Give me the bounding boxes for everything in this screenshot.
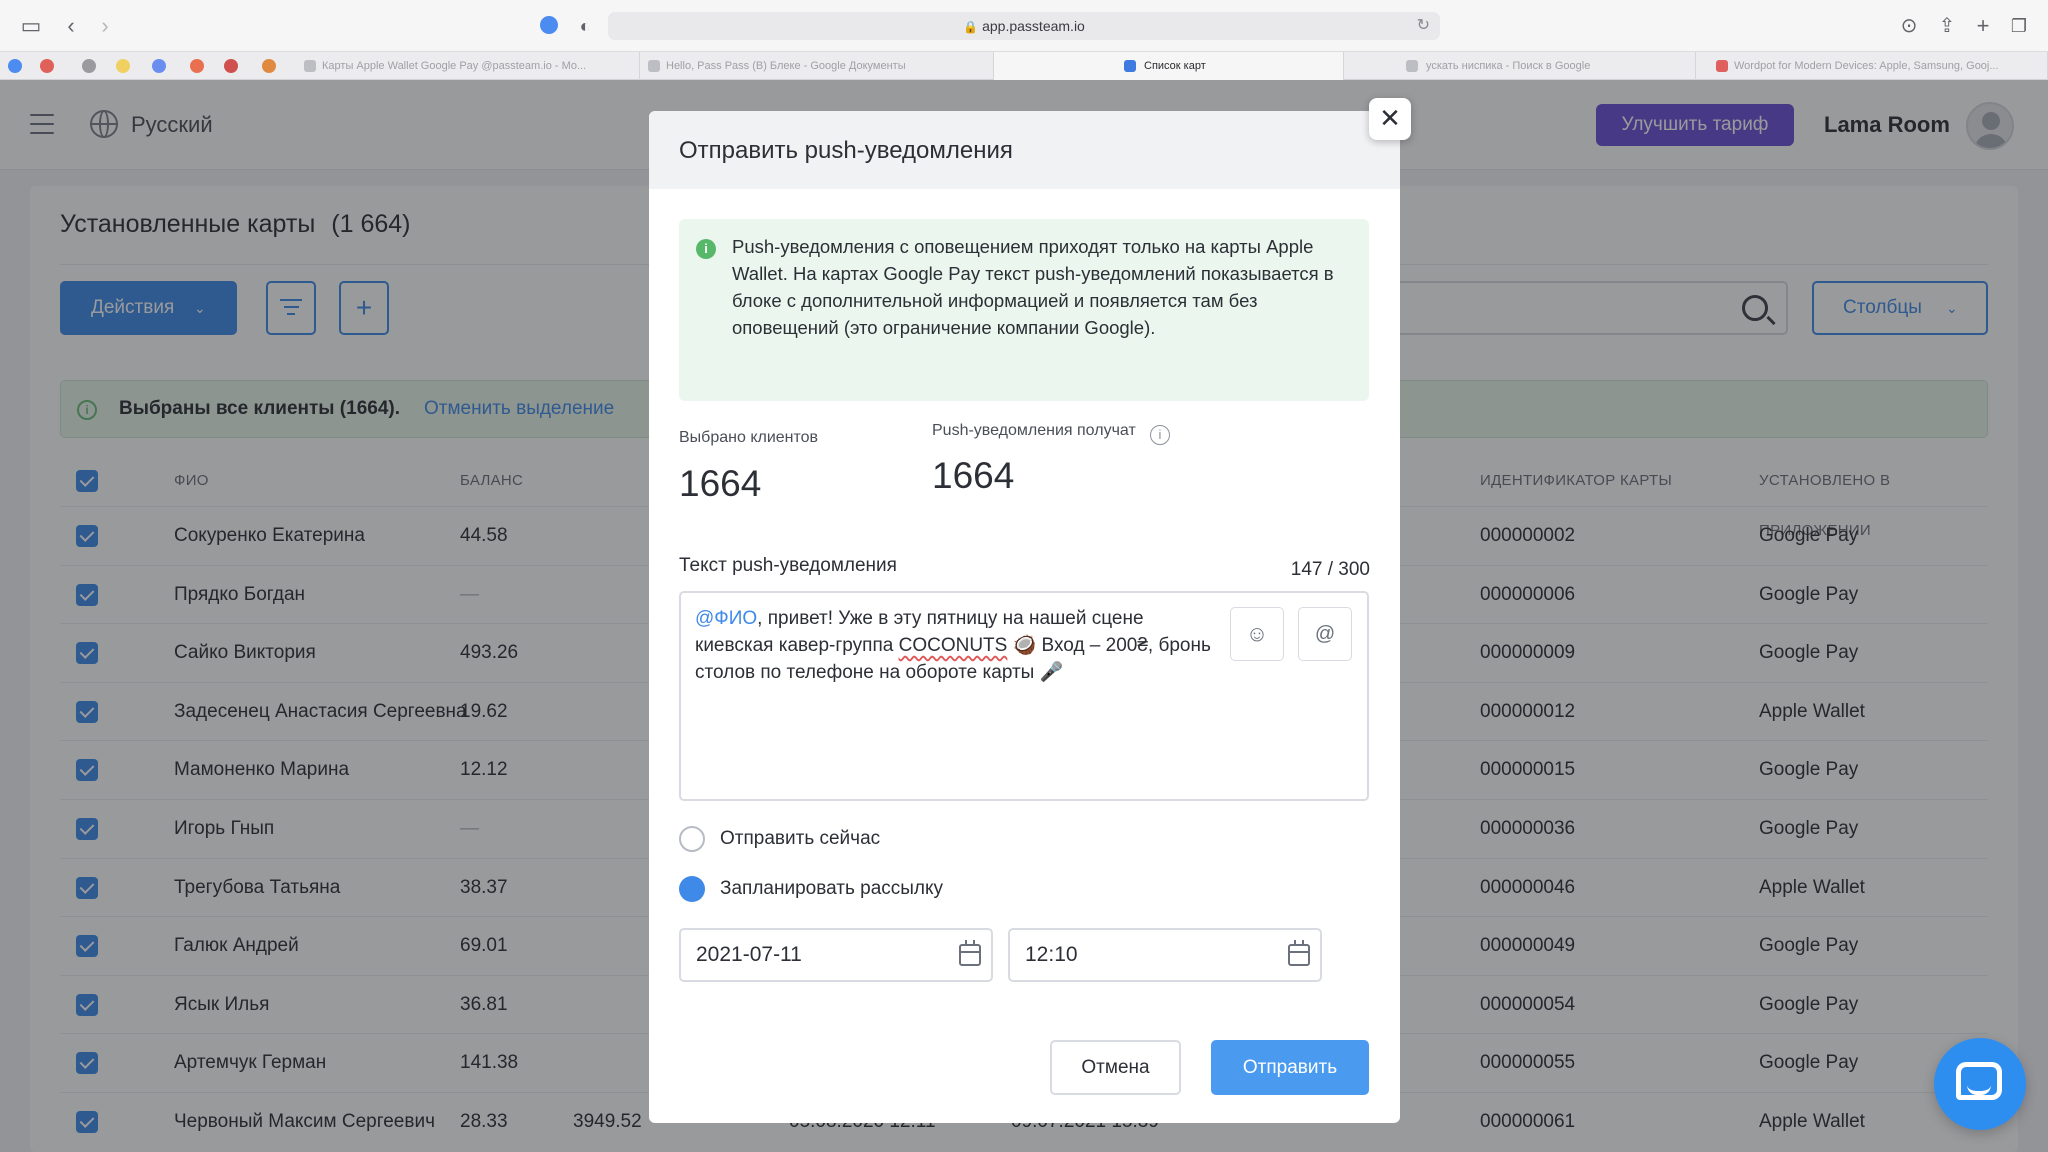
at-icon: @ xyxy=(1314,623,1336,645)
message-brand-word: COCONUTS xyxy=(898,635,1008,656)
mention-token[interactable]: @ФИО xyxy=(695,608,757,629)
favicon-icon xyxy=(1406,60,1418,72)
message-text[interactable]: @ФИО, привет! Уже в эту пятницу на нашей… xyxy=(695,605,1225,686)
pinned-tab-icon[interactable] xyxy=(224,59,238,73)
tab-strip: Карты Apple Wallet Google Pay @passteam.… xyxy=(0,52,2048,80)
favicon-icon xyxy=(1716,60,1728,72)
extension-icon[interactable] xyxy=(540,16,558,34)
lock-icon: 🔒 xyxy=(963,20,979,34)
chat-support-button[interactable] xyxy=(1934,1038,2026,1130)
date-field[interactable]: 2021-07-11 xyxy=(679,928,993,982)
reload-icon[interactable]: ↻ xyxy=(1417,12,1430,40)
shield-icon[interactable]: ◐ xyxy=(572,13,598,39)
tab-label: Карты Apple Wallet Google Pay @passteam.… xyxy=(322,60,587,72)
forward-icon[interactable]: › xyxy=(92,13,118,39)
new-tab-icon[interactable]: + xyxy=(1970,13,1996,39)
pinned-tab-icon[interactable] xyxy=(262,59,276,73)
tab-label: Список карт xyxy=(1144,60,1206,72)
info-icon[interactable]: i xyxy=(1150,425,1170,445)
tab-label: ускать ниспика - Поиск в Google xyxy=(1426,60,1591,72)
dialog-header: Отправить push-уведомления xyxy=(649,111,1400,189)
character-counter: 147 / 300 xyxy=(1290,559,1370,580)
send-now-radio[interactable] xyxy=(679,826,705,852)
recipients-label: Push-уведомления получат xyxy=(932,422,1136,439)
pinned-tab-icon[interactable] xyxy=(190,59,204,73)
favicon-icon xyxy=(648,60,660,72)
download-icon[interactable]: ⊙ xyxy=(1896,13,1922,39)
browser-toolbar: ▭ ‹ › ◐ 🔒 app.passteam.io ↻ ⊙ ⇪ + ❐ xyxy=(0,0,2048,52)
push-notification-dialog: Отправить push-уведомления i Push-уведом… xyxy=(649,111,1400,1123)
chat-icon xyxy=(1956,1062,2002,1100)
sidebar-toggle-icon[interactable]: ▭ xyxy=(18,13,44,39)
pinned-tab-icon[interactable] xyxy=(40,59,54,73)
date-value: 2021-07-11 xyxy=(696,943,802,966)
info-alert: i Push-уведомления с оповещением приходя… xyxy=(679,219,1369,401)
pinned-tab-icon[interactable] xyxy=(8,59,22,73)
message-textarea[interactable]: @ФИО, привет! Уже в эту пятницу на нашей… xyxy=(679,591,1369,801)
schedule-radio[interactable] xyxy=(679,876,705,902)
send-now-label[interactable]: Отправить сейчас xyxy=(720,828,880,850)
send-button[interactable]: Отправить xyxy=(1211,1040,1369,1095)
emoji-picker-button[interactable]: ☺ xyxy=(1230,607,1284,661)
tab-label: Hello, Pass Pass (В) Блеке - Google Доку… xyxy=(666,60,906,72)
calendar-icon[interactable] xyxy=(1288,940,1310,966)
tab-overview-icon[interactable]: ❐ xyxy=(2006,13,2032,39)
recipients-value: 1664 xyxy=(932,455,1015,496)
browser-tab[interactable]: Hello, Pass Pass (В) Блеке - Google Доку… xyxy=(640,52,994,80)
close-icon[interactable]: ✕ xyxy=(1369,98,1411,140)
dialog-title: Отправить push-уведомления xyxy=(679,137,1013,164)
time-value: 12:10 xyxy=(1025,943,1078,966)
browser-tab[interactable]: Wordpot for Modern Devices: Apple, Samsu… xyxy=(1696,52,2048,80)
favicon-icon xyxy=(1124,60,1136,72)
selected-clients-label: Выбрано клиентов xyxy=(679,429,819,446)
info-icon: i xyxy=(696,239,716,259)
pinned-tab-icon[interactable] xyxy=(152,59,166,73)
browser-tab-active[interactable]: Список карт xyxy=(994,52,1344,80)
tab-label: Wordpot for Modern Devices: Apple, Samsu… xyxy=(1734,60,1999,72)
pinned-tab-icon[interactable] xyxy=(116,59,130,73)
schedule-label[interactable]: Запланировать рассылку xyxy=(720,878,943,900)
url-text: app.passteam.io xyxy=(982,18,1085,34)
pinned-tab-icon[interactable] xyxy=(82,59,96,73)
address-bar[interactable]: 🔒 app.passteam.io ↻ xyxy=(608,12,1440,40)
insert-variable-button[interactable]: @ xyxy=(1298,607,1352,661)
selected-clients-value: 1664 xyxy=(679,463,762,504)
favicon-icon xyxy=(304,60,316,72)
emoji-icon: ☺ xyxy=(1245,621,1269,646)
calendar-icon[interactable] xyxy=(959,940,981,966)
message-field-label: Текст push-уведомления xyxy=(679,555,897,576)
back-icon[interactable]: ‹ xyxy=(58,13,84,39)
browser-tab[interactable]: ускать ниспика - Поиск в Google xyxy=(1344,52,1696,80)
info-alert-text: Push-уведомления с оповещением приходят … xyxy=(732,236,1334,338)
time-field[interactable]: 12:10 xyxy=(1008,928,1322,982)
share-icon[interactable]: ⇪ xyxy=(1934,13,1960,39)
cancel-button[interactable]: Отмена xyxy=(1050,1040,1181,1095)
browser-tab[interactable]: Карты Apple Wallet Google Pay @passteam.… xyxy=(296,52,640,80)
